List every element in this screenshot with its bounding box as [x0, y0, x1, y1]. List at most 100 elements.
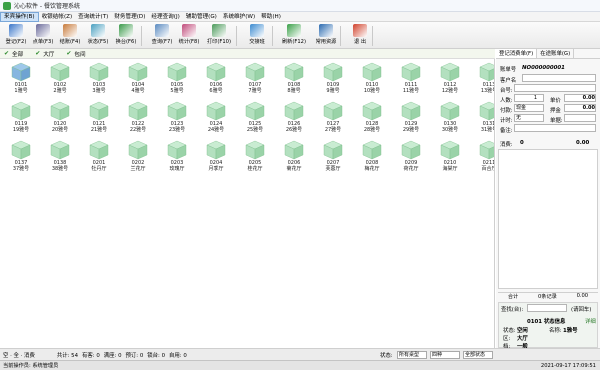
- table-tile[interactable]: 0126 26雅号: [279, 101, 309, 137]
- stats-button[interactable]: 统计(F8): [176, 24, 202, 48]
- menu-item-6[interactable]: 系统维护(W): [220, 12, 258, 22]
- table-tile[interactable]: 0112 12雅号: [435, 62, 465, 98]
- pay-select[interactable]: 现金: [514, 104, 544, 112]
- table-tile[interactable]: 0104 4雅号: [123, 62, 153, 98]
- table-tile[interactable]: 0110 10雅号: [357, 62, 387, 98]
- tab-pending-orders[interactable]: 在途账单(G): [537, 49, 575, 58]
- menu-item-2[interactable]: 查询统计(T): [75, 12, 111, 22]
- find-table-input[interactable]: [527, 304, 567, 312]
- area-tab-1[interactable]: ✔ 大厅: [35, 50, 54, 58]
- table-name: 21雅号: [90, 127, 108, 133]
- note-input[interactable]: [514, 124, 596, 132]
- table-name: 1雅号: [14, 88, 28, 94]
- consume-label: 消费:: [500, 142, 513, 148]
- table-tile[interactable]: 0209 荷花厅: [396, 140, 426, 176]
- people-stepper[interactable]: 1: [514, 94, 544, 102]
- toolbar-separator: [372, 26, 373, 46]
- order-button[interactable]: 点单(F3): [30, 24, 56, 48]
- table-tile[interactable]: 0106 6雅号: [201, 62, 231, 98]
- table-tile[interactable]: 0111 11雅号: [396, 62, 426, 98]
- order-no-value: NO000000001: [522, 65, 565, 71]
- table-tile[interactable]: 0208 梅花厅: [357, 140, 387, 176]
- view-mode-toggle[interactable]: 空 · 全 · 消费: [3, 351, 35, 359]
- exit-button[interactable]: 退 出: [347, 24, 373, 48]
- table-tile[interactable]: 0109 9雅号: [318, 62, 348, 98]
- table-tile[interactable]: 0124 24雅号: [201, 101, 231, 137]
- table-tile[interactable]: 0102 2雅号: [45, 62, 75, 98]
- table-tile[interactable]: 0207 芙蓉厅: [318, 140, 348, 176]
- table-name: 月季厅: [208, 166, 224, 172]
- status-button[interactable]: 状态(F5): [85, 24, 111, 48]
- toolbar-label: 登记(F2): [5, 39, 27, 45]
- table-cube-icon: [284, 140, 304, 160]
- resource-button[interactable]: 常用资源: [312, 24, 340, 48]
- query-button[interactable]: 查询(F7): [149, 24, 175, 48]
- status-detail-link[interactable]: 详细: [585, 317, 596, 325]
- table-tile[interactable]: 013131雅号: [474, 101, 494, 137]
- table-name: 玫瑰厅: [169, 166, 185, 172]
- order-items-table[interactable]: [498, 149, 598, 289]
- table-tile[interactable]: 0127 27雅号: [318, 101, 348, 137]
- table-tile[interactable]: 0125 25雅号: [240, 101, 270, 137]
- resource-icon: [319, 24, 333, 37]
- menu-item-1[interactable]: 收银结帐(Z): [39, 12, 76, 22]
- table-cube-icon: [479, 62, 494, 82]
- table-tile[interactable]: 0108 8雅号: [279, 62, 309, 98]
- deposit-field[interactable]: 0.00: [564, 104, 596, 112]
- shift-button[interactable]: 交接班: [244, 24, 270, 48]
- table-tile[interactable]: 0201 牡丹厅: [84, 140, 114, 176]
- timing-select[interactable]: 无: [514, 114, 544, 122]
- table-tile[interactable]: 0120 20雅号: [45, 101, 75, 137]
- menu-item-0[interactable]: 来宾操作(B): [0, 11, 39, 22]
- change-table-button[interactable]: 换台(F6): [113, 24, 139, 48]
- menu-item-7[interactable]: 帮助(H): [258, 12, 284, 22]
- table-tile[interactable]: 0138 38雅号: [45, 140, 75, 176]
- find-table-label: 查找(台):: [501, 307, 524, 313]
- table-tile[interactable]: 0211 百合厅: [474, 140, 494, 176]
- table-tile[interactable]: 011313雅号: [474, 62, 494, 98]
- table-tile[interactable]: 0204 月季厅: [201, 140, 231, 176]
- table-tile[interactable]: 0121 21雅号: [84, 101, 114, 137]
- table-name: 3雅号: [92, 88, 106, 94]
- table-tile[interactable]: 0128 28雅号: [357, 101, 387, 137]
- refresh-button[interactable]: 刷新(F12): [280, 24, 308, 48]
- table-tile[interactable]: 0129 29雅号: [396, 101, 426, 137]
- table-tile[interactable]: 0101 1雅号: [6, 62, 36, 98]
- menu-item-5[interactable]: 辅助管理(G): [183, 12, 220, 22]
- unitprice-field[interactable]: 0.00: [564, 94, 596, 102]
- table-no-select[interactable]: [514, 84, 596, 92]
- table-tile[interactable]: 0119 19雅号: [6, 101, 36, 137]
- table-name: 海棠厅: [442, 166, 458, 172]
- status-filter-select[interactable]: 全部状态: [463, 351, 493, 359]
- menu-item-4[interactable]: 经理查询(J): [148, 12, 182, 22]
- table-tile[interactable]: 0206 菊花厅: [279, 140, 309, 176]
- table-tile[interactable]: 0105 5雅号: [162, 62, 192, 98]
- table-cube-icon: [89, 101, 109, 121]
- table-name: 37雅号: [12, 166, 30, 172]
- summary-amount: 0.00: [576, 293, 589, 299]
- change-table-icon: [119, 24, 133, 37]
- area-tab-2[interactable]: ✔ 包间: [66, 50, 85, 58]
- menu-item-3[interactable]: 财务管理(D): [111, 12, 148, 22]
- table-type-select[interactable]: 所有桌型: [397, 351, 427, 359]
- table-tile[interactable]: 0202 兰花厅: [123, 140, 153, 176]
- category-select[interactable]: 四种: [430, 351, 460, 359]
- table-tile[interactable]: 0130 30雅号: [435, 101, 465, 137]
- checkout-button[interactable]: 结账(F4): [57, 24, 83, 48]
- table-cube-icon: [11, 140, 31, 160]
- tab-register-order[interactable]: 登记消费单(F): [496, 49, 538, 58]
- table-tile[interactable]: 0205 桂花厅: [240, 140, 270, 176]
- area-tab-0[interactable]: ✔ 全部: [4, 50, 23, 58]
- table-tile[interactable]: 0137 37雅号: [6, 140, 36, 176]
- table-tile[interactable]: 0203 玫瑰厅: [162, 140, 192, 176]
- unit-field[interactable]: [564, 114, 596, 122]
- table-tile[interactable]: 0122 22雅号: [123, 101, 153, 137]
- table-tile[interactable]: 0103 3雅号: [84, 62, 114, 98]
- table-tile[interactable]: 0107 7雅号: [240, 62, 270, 98]
- customer-input[interactable]: [522, 74, 596, 82]
- toolbar-label: 结账(F4): [59, 39, 81, 45]
- table-tile[interactable]: 0123 23雅号: [162, 101, 192, 137]
- register-button[interactable]: 登记(F2): [3, 24, 29, 48]
- table-tile[interactable]: 0210 海棠厅: [435, 140, 465, 176]
- print-button[interactable]: 打印(F10): [205, 24, 233, 48]
